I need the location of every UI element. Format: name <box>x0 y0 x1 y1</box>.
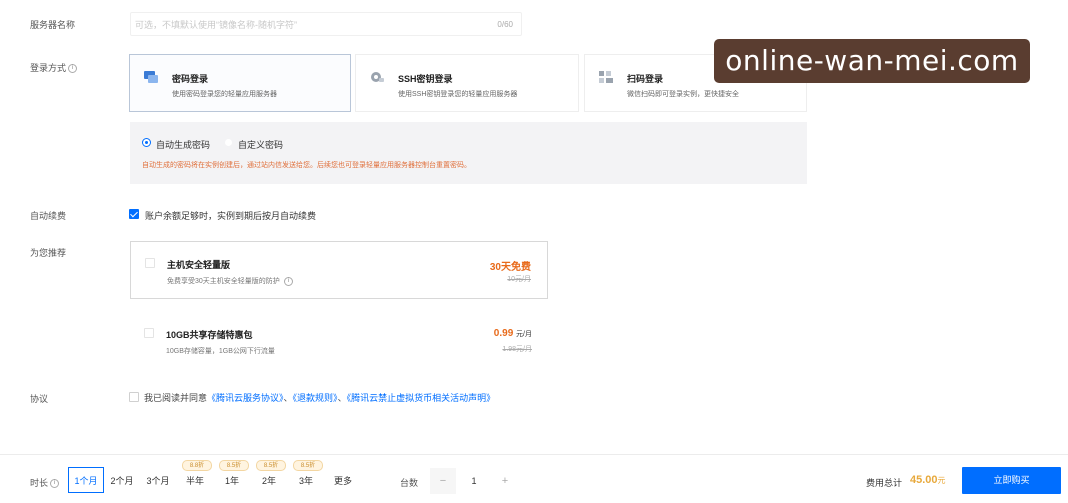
server-name-input[interactable] <box>135 18 465 32</box>
recommend-checkbox[interactable] <box>145 258 155 268</box>
quantity-stepper: − 1 + <box>430 468 518 494</box>
agreement-label: 协议 <box>30 394 49 404</box>
login-option-ssh[interactable]: SSH密钥登录 使用SSH密钥登录您的轻量应用服务器 <box>355 54 579 112</box>
agreement-checkbox[interactable] <box>129 392 139 402</box>
recommend-desc: 10GB存储容量，1GB公网下行流量 <box>166 348 275 355</box>
recommend-label: 为您推荐 <box>30 248 67 258</box>
duration-more[interactable]: 更多 <box>325 467 361 493</box>
purchase-bar: 时长 i 1个月 2个月 3个月 半年 1年 2年 3年 更多 8.8折 8.5折… <box>0 454 1068 503</box>
recommend-desc: 免费享受30天主机安全轻量版的防护 i <box>167 276 293 286</box>
link-service-agreement[interactable]: 《腾讯云服务协议》 <box>207 393 284 403</box>
total-price: 45.00元 <box>910 474 946 486</box>
link-refund-rules[interactable]: 《退款规则》 <box>293 393 338 403</box>
auto-renew-text: 账户余额足够时，实例到期后按月自动续费 <box>145 211 317 221</box>
server-name-field[interactable]: 0/60 <box>130 12 522 36</box>
recommend-title: 10GB共享存储特惠包 <box>166 330 253 340</box>
login-method-label: 登录方式 i <box>30 61 78 74</box>
link-crypto-statement[interactable]: 《腾讯云禁止虚拟货币相关活动声明》 <box>347 393 496 403</box>
recommend-original-price: 10元/月 <box>507 276 531 283</box>
recommend-card-storage[interactable]: 10GB共享存储特惠包 10GB存储容量，1GB公网下行流量 0.99 元/月 … <box>130 314 548 372</box>
recommend-original-price: 1.98元/月 <box>502 346 532 353</box>
password-tip: 自动生成的密码将在实例创建后，通过站内信发送给您。后续您也可登录轻量应用服务器控… <box>142 162 471 169</box>
discount-badge: 8.5折 <box>256 460 286 471</box>
recommend-price: 30天免费 <box>489 262 531 273</box>
radio-auto-password[interactable] <box>142 138 151 147</box>
password-panel: 自动生成密码 自定义密码 自动生成的密码将在实例创建后，通过站内信发送给您。后续… <box>130 122 807 184</box>
login-option-desc: 使用SSH密钥登录您的轻量应用服务器 <box>398 91 518 98</box>
key-icon <box>371 72 384 82</box>
quantity-label: 台数 <box>400 478 419 488</box>
increment-button[interactable]: + <box>492 468 518 494</box>
discount-badge: 8.5折 <box>293 460 323 471</box>
char-counter: 0/60 <box>497 20 513 29</box>
auto-renew-label: 自动续费 <box>30 211 67 221</box>
qrcode-icon <box>599 71 613 83</box>
recommend-title: 主机安全轻量版 <box>167 260 231 270</box>
info-icon[interactable]: i <box>50 479 60 489</box>
auto-renew-checkbox[interactable] <box>129 209 139 219</box>
login-option-title: SSH密钥登录 <box>398 74 453 84</box>
login-option-password[interactable]: 密码登录 使用密码登录您的轻量应用服务器 <box>129 54 351 112</box>
discount-badge: 8.5折 <box>219 460 249 471</box>
total-label: 费用总计 <box>866 478 903 488</box>
recommend-price: 0.99 元/月 <box>493 328 532 339</box>
quantity-value[interactable]: 1 <box>456 468 492 494</box>
radio-auto-password-label[interactable]: 自动生成密码 <box>156 138 210 151</box>
discount-badge: 8.8折 <box>182 460 212 471</box>
duration-2-months[interactable]: 2个月 <box>104 467 140 493</box>
server-name-label: 服务器名称 <box>30 20 76 30</box>
watermark: online-wan-mei.com <box>714 39 1030 83</box>
monitor-icon <box>144 71 158 83</box>
radio-custom-password[interactable] <box>224 138 233 147</box>
recommend-checkbox[interactable] <box>144 328 154 338</box>
info-icon[interactable]: i <box>68 64 78 74</box>
login-option-title: 扫码登录 <box>627 74 664 84</box>
agreement-text: 我已阅读并同意《腾讯云服务协议》、《退款规则》、《腾讯云禁止虚拟货币相关活动声明… <box>144 393 496 403</box>
info-icon[interactable]: i <box>283 276 293 286</box>
login-option-title: 密码登录 <box>172 74 209 84</box>
duration-1-month[interactable]: 1个月 <box>68 467 104 493</box>
recommend-card-security[interactable]: 主机安全轻量版 免费享受30天主机安全轻量版的防护 i 30天免费 10元/月 <box>130 241 548 299</box>
duration-3-months[interactable]: 3个月 <box>140 467 176 493</box>
decrement-button[interactable]: − <box>430 468 456 494</box>
login-option-desc: 使用密码登录您的轻量应用服务器 <box>172 91 277 98</box>
duration-label: 时长 i <box>30 476 60 489</box>
login-option-desc: 微信扫码即可登录实例，更快捷安全 <box>627 91 739 98</box>
buy-now-button[interactable]: 立即购买 <box>962 467 1061 494</box>
radio-custom-password-label[interactable]: 自定义密码 <box>238 138 283 151</box>
